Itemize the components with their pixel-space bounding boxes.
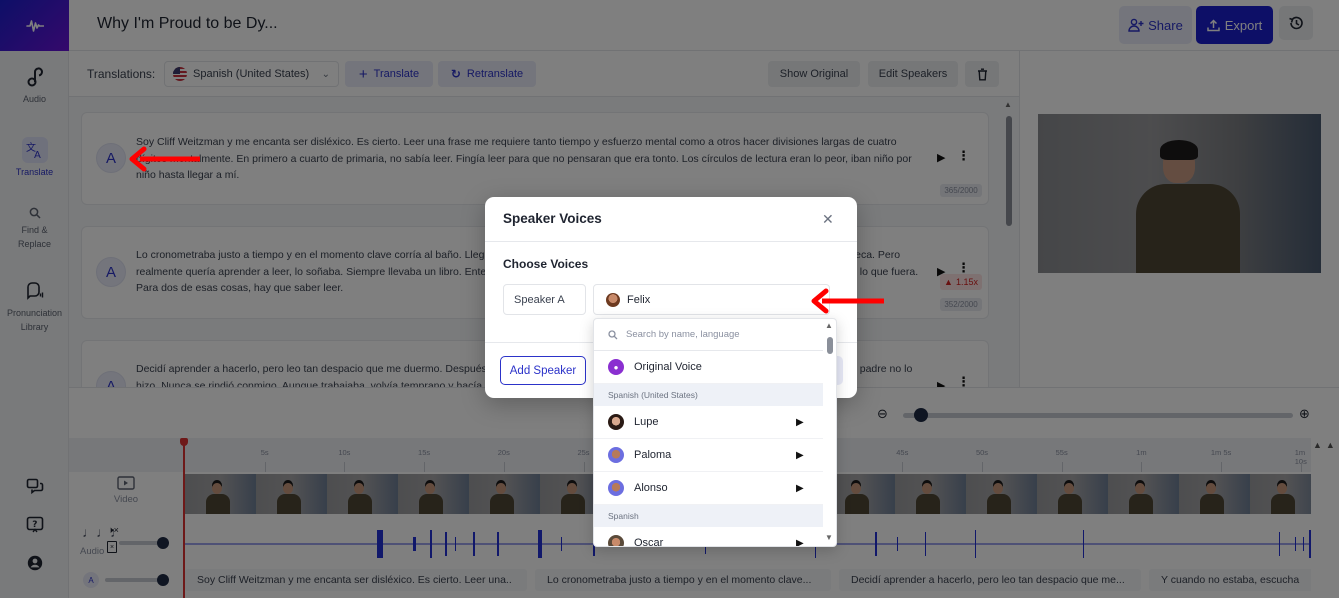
voice-option[interactable]: Alonso ▶: [594, 472, 823, 505]
voice-name: Original Voice: [634, 361, 702, 373]
voice-option[interactable]: Oscar ▶: [594, 527, 823, 547]
voice-group-header: Spanish (United States): [594, 384, 823, 406]
scroll-down-icon[interactable]: ▼: [825, 533, 833, 542]
play-preview-icon[interactable]: ▶: [796, 450, 804, 461]
modal-title: Speaker Voices: [503, 211, 602, 226]
voice-dropdown: Search by name, language ● Original Voic…: [593, 318, 837, 547]
voice-name: Oscar: [634, 537, 664, 547]
voice-group-header: Spanish: [594, 505, 823, 527]
voice-name: Paloma: [634, 449, 672, 461]
play-preview-icon[interactable]: ▶: [796, 483, 804, 494]
voice-name: Lupe: [634, 416, 659, 428]
add-speaker-button[interactable]: Add Speaker: [500, 356, 586, 385]
voice-option[interactable]: Lupe ▶: [594, 406, 823, 439]
annotation-arrow-icon: [811, 288, 884, 314]
voice-name: Alonso: [634, 482, 668, 494]
voice-list: ● Original Voice Spanish (United States)…: [594, 351, 823, 547]
close-icon[interactable]: ✕: [822, 211, 834, 228]
voice-select[interactable]: Felix: [593, 284, 830, 315]
play-preview-icon[interactable]: ▶: [796, 538, 804, 547]
voice-option[interactable]: Paloma ▶: [594, 439, 823, 472]
play-preview-icon[interactable]: ▶: [796, 417, 804, 428]
dropdown-scrollbar[interactable]: ▲ ▼: [823, 319, 836, 546]
felix-avatar-icon: [606, 292, 620, 307]
scroll-up-icon[interactable]: ▲: [825, 321, 833, 330]
voice-option-original[interactable]: ● Original Voice: [594, 351, 823, 384]
scrollbar-thumb[interactable]: [827, 337, 833, 354]
paloma-avatar-icon: [608, 447, 624, 463]
divider: [485, 241, 857, 242]
oscar-avatar-icon: [608, 535, 624, 546]
search-placeholder: Search by name, language: [626, 329, 740, 340]
annotation-arrow-icon: [129, 146, 200, 172]
search-icon: [608, 329, 618, 339]
selected-voice: Felix: [627, 293, 651, 306]
alonso-avatar-icon: [608, 480, 624, 496]
lupe-avatar-icon: [608, 414, 624, 430]
voice-search-field[interactable]: Search by name, language: [594, 319, 823, 351]
choose-voices-heading: Choose Voices: [503, 257, 589, 271]
speaker-name-field[interactable]: Speaker A: [503, 284, 586, 315]
original-voice-icon: ●: [608, 359, 624, 375]
